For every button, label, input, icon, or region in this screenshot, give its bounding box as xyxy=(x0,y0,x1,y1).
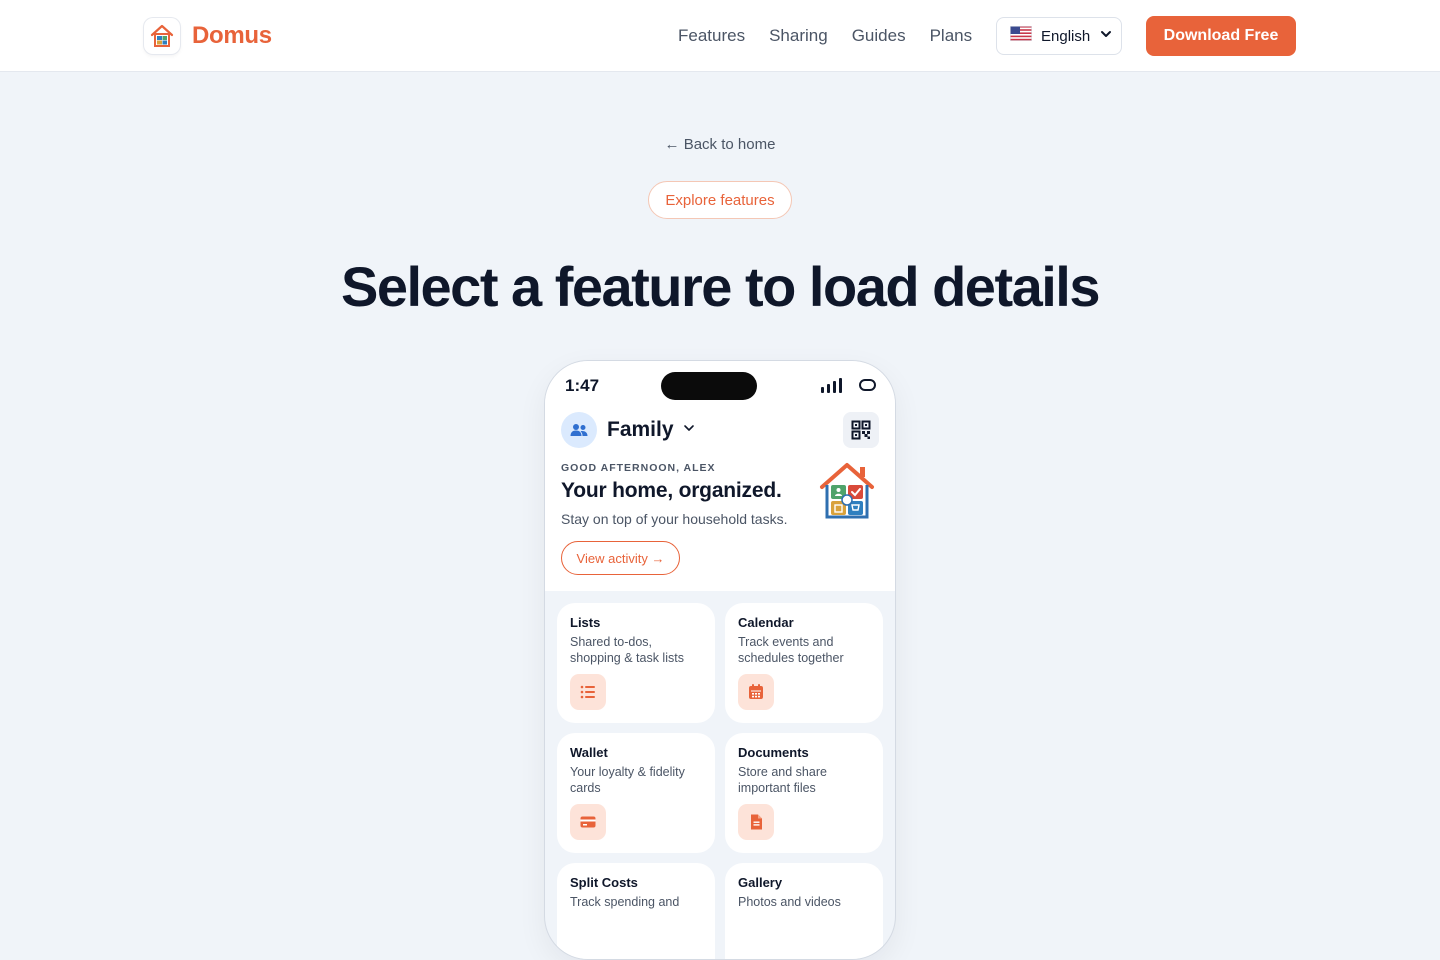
feature-card-wallet[interactable]: Wallet Your loyalty & fidelity cards xyxy=(557,733,715,853)
users-icon xyxy=(570,424,588,436)
logo-link[interactable]: Domus xyxy=(144,18,272,54)
card-title: Documents xyxy=(738,745,809,760)
status-time: 1:47 xyxy=(565,376,600,395)
phone-header-panel: 1:47 Family GOOD AFTERNOON, ALEX Your ho… xyxy=(545,361,895,591)
signal-icon xyxy=(821,378,842,393)
language-label: English xyxy=(1041,27,1091,45)
download-button[interactable]: Download Free xyxy=(1146,16,1296,56)
qr-code-icon xyxy=(851,420,871,440)
site-header: Domus Features Sharing Guides Plans Engl… xyxy=(0,0,1440,72)
nav-plans[interactable]: Plans xyxy=(930,24,973,48)
page-title: Select a feature to load details xyxy=(340,255,1101,318)
home-subtitle: Stay on top of your household tasks. xyxy=(561,511,788,527)
feature-card-gallery[interactable]: Gallery Photos and videos xyxy=(725,863,883,959)
qr-code-button[interactable] xyxy=(843,412,879,448)
dynamic-island xyxy=(661,372,757,400)
house-logo-icon xyxy=(144,18,180,54)
greeting-text: GOOD AFTERNOON, ALEX xyxy=(561,462,716,474)
back-to-home-link[interactable]: ← Back to home xyxy=(620,136,820,153)
explore-features-badge: Explore features xyxy=(648,181,792,219)
logo-text: Domus xyxy=(192,22,272,49)
card-title: Gallery xyxy=(738,875,783,890)
list-icon xyxy=(570,674,606,710)
feature-card-calendar[interactable]: Calendar Track events and schedules toge… xyxy=(725,603,883,723)
card-title: Calendar xyxy=(738,615,794,630)
home-title: Your home, organized. xyxy=(561,479,782,502)
chevron-down-icon xyxy=(1099,27,1113,46)
chevron-down-icon xyxy=(682,421,696,440)
us-flag-icon xyxy=(1010,26,1032,46)
card-description: Photos and videos xyxy=(738,895,841,909)
nav-sharing[interactable]: Sharing xyxy=(769,24,828,48)
view-activity-button[interactable]: View activity → xyxy=(561,541,680,575)
card-icon xyxy=(570,804,606,840)
card-description: Your loyalty & fidelity cards xyxy=(570,765,685,795)
card-title: Wallet xyxy=(570,745,608,760)
card-title: Lists xyxy=(570,615,601,630)
calendar-icon xyxy=(738,674,774,710)
card-description: Track events and schedules together xyxy=(738,635,844,665)
nav-features[interactable]: Features xyxy=(678,24,745,48)
language-selector[interactable]: English xyxy=(996,17,1122,55)
family-name: Family xyxy=(607,418,674,441)
card-description: Shared to-dos, shopping & task lists xyxy=(570,635,684,665)
feature-card-documents[interactable]: Documents Store and share important file… xyxy=(725,733,883,853)
main-nav: Features Sharing Guides Plans xyxy=(678,24,972,48)
card-title: Split Costs xyxy=(570,875,638,890)
feature-cards-grid: Lists Shared to-dos, shopping & task lis… xyxy=(557,603,883,959)
feature-card-split-costs[interactable]: Split Costs Track spending and xyxy=(557,863,715,959)
card-description: Track spending and xyxy=(570,895,680,909)
document-icon xyxy=(738,804,774,840)
battery-icon xyxy=(859,379,876,391)
phone-mockup: 1:47 Family GOOD AFTERNOON, ALEX Your ho… xyxy=(544,360,896,960)
nav-guides[interactable]: Guides xyxy=(852,24,906,48)
family-avatar xyxy=(561,412,597,448)
card-description: Store and share important files xyxy=(738,765,827,795)
house-illustration-icon xyxy=(817,461,877,526)
family-switcher[interactable]: Family xyxy=(561,412,696,448)
feature-card-lists[interactable]: Lists Shared to-dos, shopping & task lis… xyxy=(557,603,715,723)
